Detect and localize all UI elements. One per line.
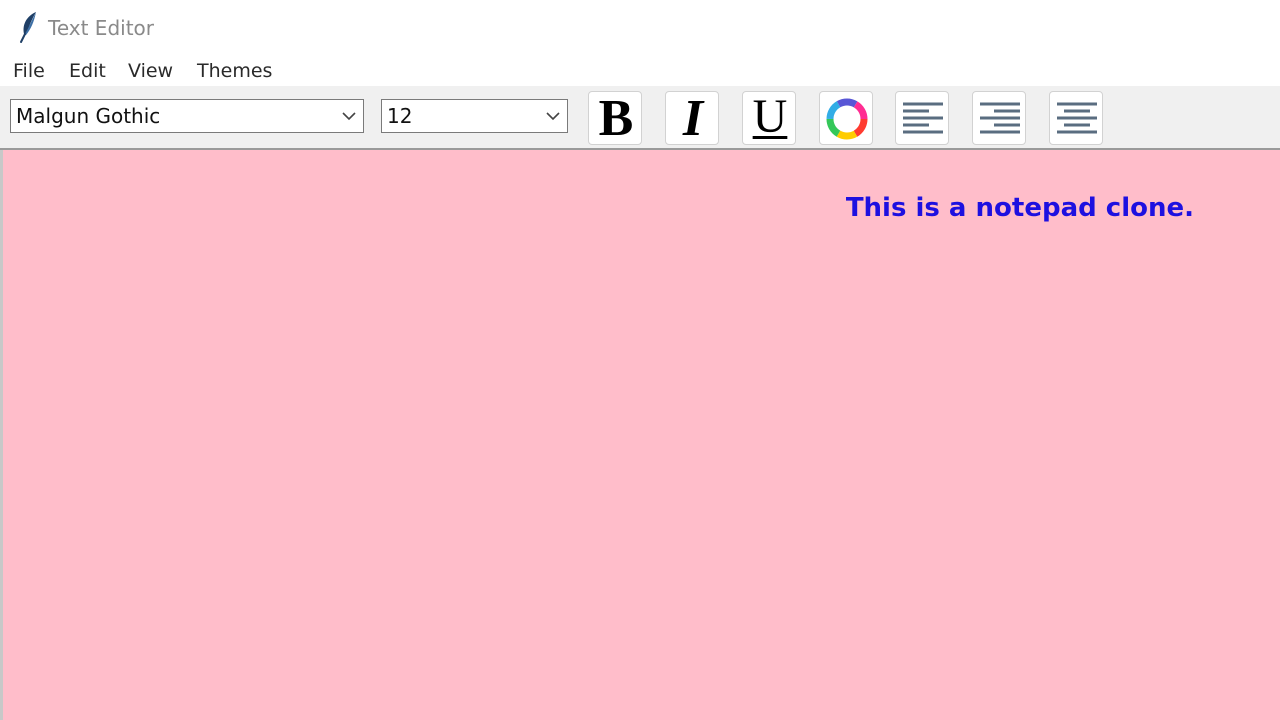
text-editor-window: Text Editor File Edit View Themes Malgun…: [0, 0, 1280, 720]
align-right-button[interactable]: [972, 91, 1026, 145]
italic-button[interactable]: I: [665, 90, 719, 147]
menu-file[interactable]: File: [13, 59, 45, 83]
window-title: Text Editor: [48, 16, 154, 40]
underline-button[interactable]: U: [742, 91, 796, 145]
chevron-down-icon: [342, 112, 356, 121]
menu-bar: File Edit View Themes: [0, 56, 1280, 86]
formatting-toolbar: Malgun Gothic 12 B I U: [0, 86, 1280, 148]
font-color-button[interactable]: [819, 91, 873, 145]
menu-edit[interactable]: Edit: [69, 59, 106, 83]
align-left-icon: [903, 102, 943, 134]
menu-themes[interactable]: Themes: [197, 59, 272, 83]
align-center-button[interactable]: [1049, 91, 1103, 145]
italic-icon: I: [682, 90, 704, 147]
font-size-value: 12: [387, 104, 413, 128]
align-left-button[interactable]: [895, 91, 949, 145]
color-wheel-icon: [826, 98, 868, 140]
menu-view[interactable]: View: [128, 59, 173, 83]
underline-icon: U: [752, 90, 788, 143]
bold-button[interactable]: B: [588, 90, 642, 147]
feather-icon: [20, 12, 36, 43]
chevron-down-icon: [546, 112, 560, 121]
bold-icon: B: [598, 90, 634, 147]
font-size-select[interactable]: 12: [381, 99, 568, 133]
text-editing-area[interactable]: This is a notepad clone.: [3, 150, 1280, 720]
font-family-value: Malgun Gothic: [16, 104, 161, 128]
align-center-icon: [1057, 102, 1097, 134]
align-right-icon: [980, 102, 1020, 134]
font-family-select[interactable]: Malgun Gothic: [10, 99, 364, 133]
title-bar: Text Editor: [0, 0, 1280, 56]
editor-content: This is a notepad clone.: [845, 193, 1194, 223]
